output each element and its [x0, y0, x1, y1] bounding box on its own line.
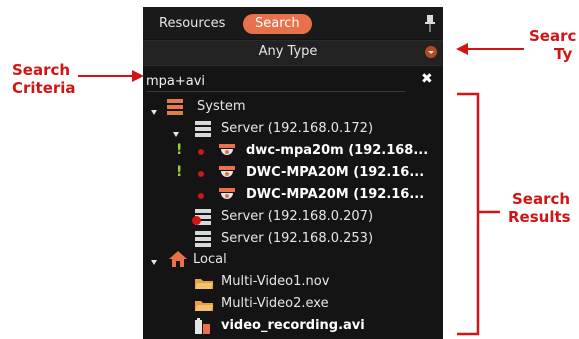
arrow-head-icon [456, 43, 468, 55]
arrow-head-icon [132, 70, 144, 82]
results-bracket [457, 92, 480, 336]
annotation-arrows [78, 43, 524, 336]
